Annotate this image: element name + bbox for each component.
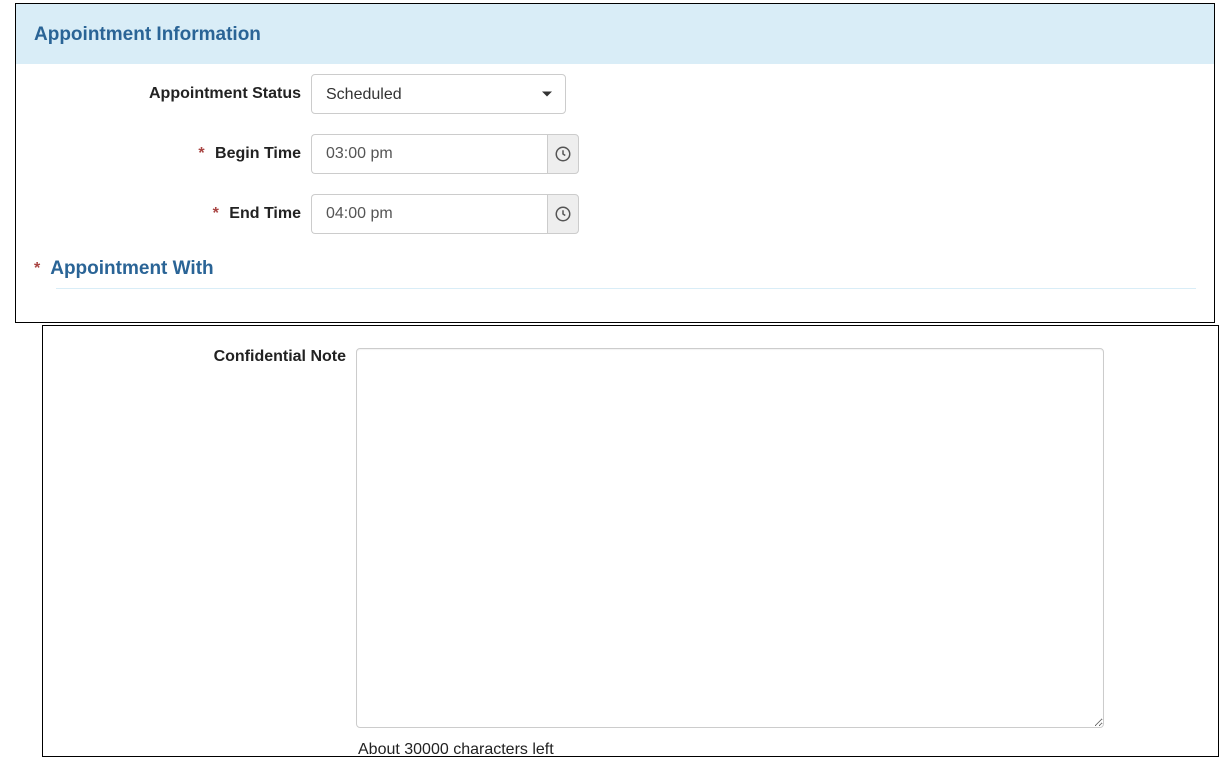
confidential-note-textarea[interactable] <box>356 348 1104 728</box>
required-mark: * <box>213 205 219 222</box>
required-mark: * <box>198 145 204 162</box>
end-time-row: * End Time <box>16 184 1214 244</box>
appointment-info-header: Appointment Information <box>16 4 1214 64</box>
end-time-picker-button[interactable] <box>547 194 579 234</box>
appointment-with-heading-row: * Appointment With <box>16 244 1214 286</box>
required-mark: * <box>34 260 40 278</box>
begin-time-row: * Begin Time <box>16 124 1214 184</box>
end-time-group <box>311 194 566 234</box>
clock-icon <box>554 145 572 163</box>
appointment-with-divider <box>56 288 1196 289</box>
appointment-info-panel: Appointment Information Appointment Stat… <box>15 3 1215 323</box>
appointment-status-select[interactable]: Scheduled <box>311 74 566 114</box>
appointment-info-title: Appointment Information <box>34 24 1196 46</box>
appointment-status-label: Appointment Status <box>16 85 311 103</box>
end-time-label: End Time <box>229 205 301 222</box>
confidential-note-label: Confidential Note <box>43 348 356 366</box>
end-time-input[interactable] <box>311 194 547 234</box>
appointment-status-row: Appointment Status Scheduled <box>16 64 1214 124</box>
begin-time-group <box>311 134 566 174</box>
begin-time-label-col: * Begin Time <box>16 145 311 163</box>
end-time-label-col: * End Time <box>16 205 311 223</box>
confidential-note-row: Confidential Note <box>43 338 1218 738</box>
begin-time-input[interactable] <box>311 134 547 174</box>
begin-time-label: Begin Time <box>215 145 301 162</box>
appointment-status-select-wrap: Scheduled <box>311 74 566 114</box>
begin-time-picker-button[interactable] <box>547 134 579 174</box>
clock-icon <box>554 205 572 223</box>
confidential-note-panel: Confidential Note About 30000 characters… <box>42 325 1219 757</box>
appointment-with-heading: Appointment With <box>50 258 213 280</box>
character-counter: About 30000 characters left <box>43 741 1218 759</box>
